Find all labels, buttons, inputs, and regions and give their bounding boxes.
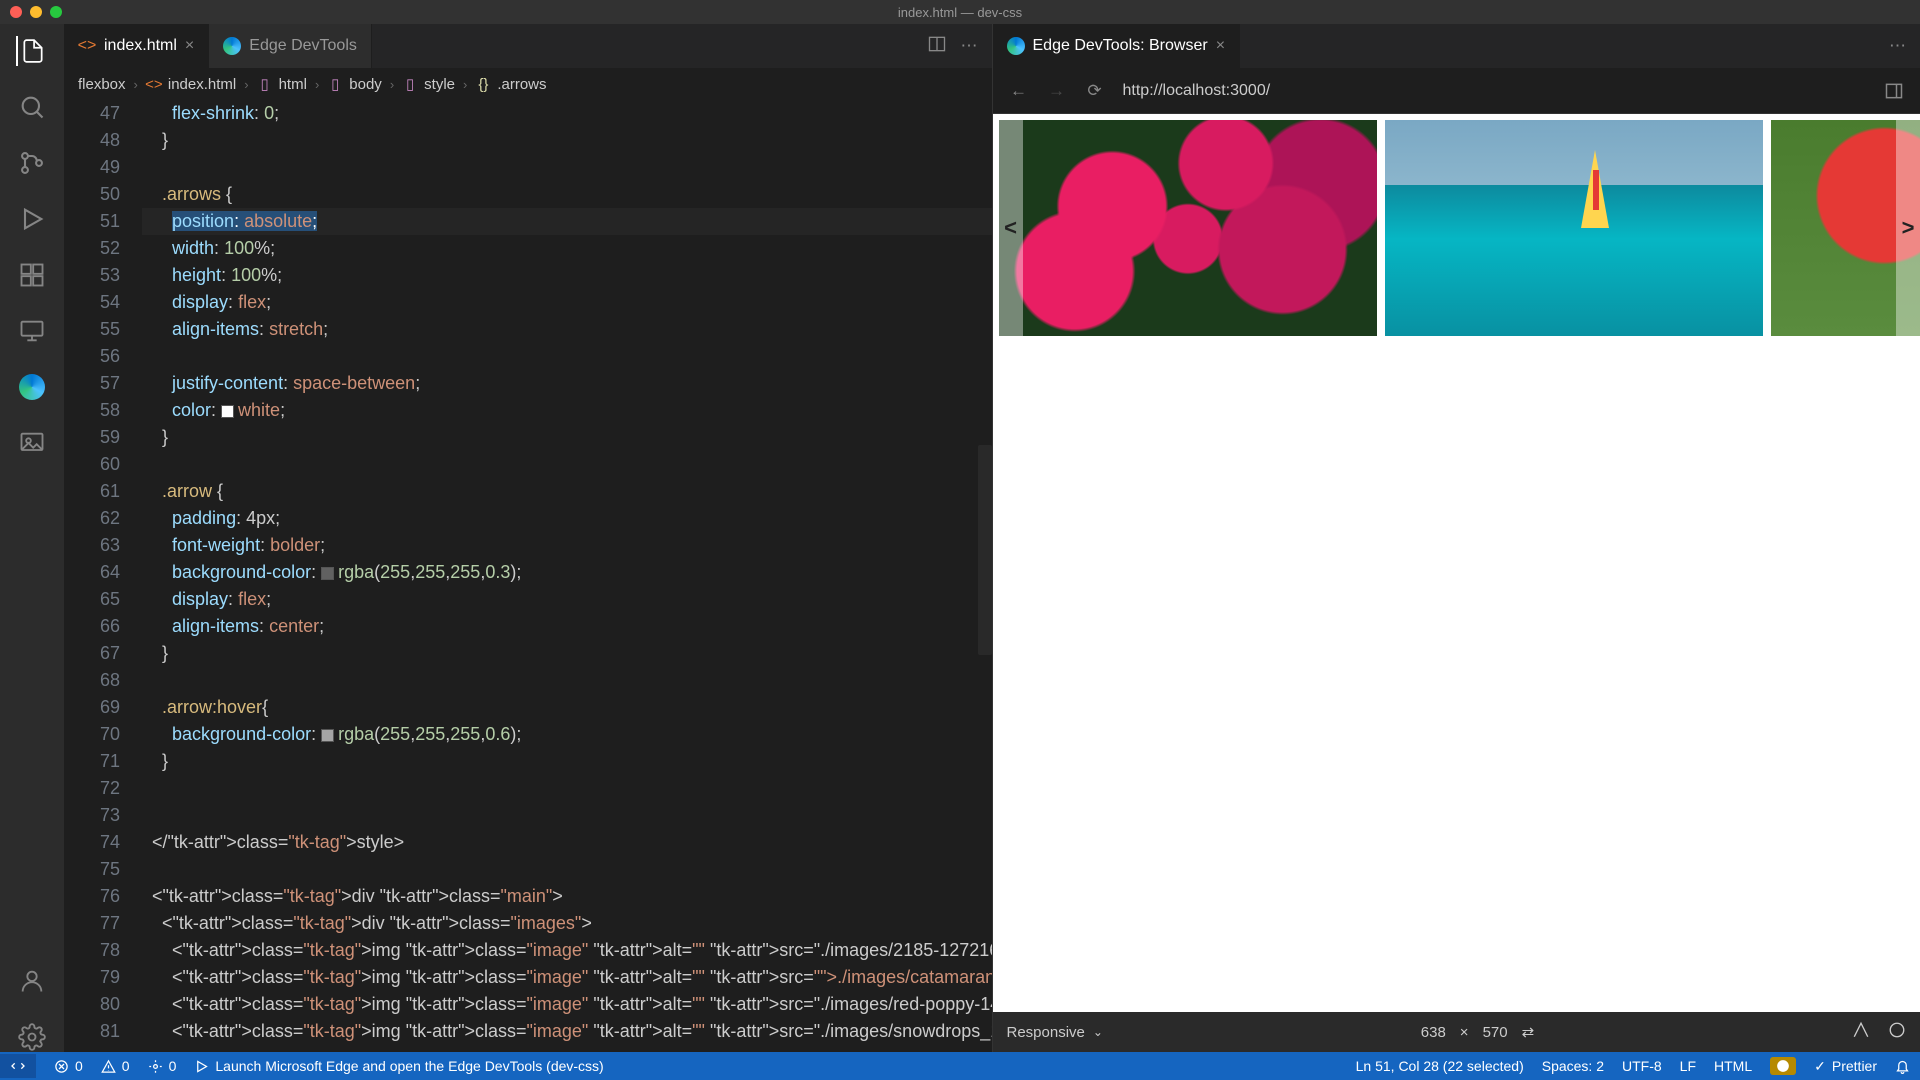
crumb-style: ▯style: [402, 76, 455, 93]
code-file-icon: <>: [78, 37, 96, 55]
chevron-down-icon[interactable]: ⌄: [1093, 1025, 1103, 1039]
extensions-icon[interactable]: [17, 260, 47, 290]
close-icon[interactable]: [10, 6, 22, 18]
gear-icon[interactable]: [17, 1022, 47, 1052]
code-editor[interactable]: 4748495051525354555657585960616263646566…: [64, 100, 992, 1052]
chevron-right-icon: ›: [315, 77, 319, 92]
maximize-icon[interactable]: [50, 6, 62, 18]
ports-count[interactable]: 0: [148, 1058, 177, 1074]
tag-icon: ▯: [257, 76, 273, 92]
tab-label: Edge DevTools: Browser: [1033, 37, 1208, 55]
chevron-right-icon: ›: [244, 77, 248, 92]
tag-icon: ▯: [402, 76, 418, 92]
dimension-separator-icon: ×: [1460, 1024, 1469, 1041]
preview-tabs: Edge DevTools: Browser × ⋯: [993, 24, 1920, 68]
crumb-html: ▯html: [257, 76, 307, 93]
warnings-count[interactable]: 0: [101, 1058, 130, 1074]
indent-setting[interactable]: Spaces: 2: [1542, 1058, 1604, 1074]
tab-index-html[interactable]: <> index.html ×: [64, 24, 209, 68]
address-bar[interactable]: http://localhost:3000/: [1123, 82, 1867, 100]
throttling-icon[interactable]: [1852, 1021, 1870, 1043]
window-title: index.html — dev-css: [898, 5, 1022, 20]
tab-label: index.html: [104, 37, 177, 55]
slide-catamaran: [1385, 120, 1763, 336]
activity-bar: [0, 24, 64, 1052]
chevron-right-icon: ›: [463, 77, 467, 92]
webhint-icon[interactable]: [1770, 1057, 1796, 1075]
explorer-icon[interactable]: [16, 36, 46, 66]
next-arrow-button[interactable]: >: [1896, 120, 1920, 336]
editor-tab-actions: ⋯: [927, 24, 992, 68]
language-mode[interactable]: HTML: [1714, 1058, 1752, 1074]
statusbar: 0 0 0 Launch Microsoft Edge and open the…: [0, 1052, 1920, 1080]
encoding[interactable]: UTF-8: [1622, 1058, 1662, 1074]
account-icon[interactable]: [17, 966, 47, 996]
debug-config[interactable]: Launch Microsoft Edge and open the Edge …: [194, 1058, 603, 1074]
image-carousel: [999, 120, 1920, 336]
edge-icon: [1007, 37, 1025, 55]
chevron-right-icon: ›: [134, 77, 138, 92]
crumb-body: ▯body: [327, 76, 382, 93]
options-icon[interactable]: [1888, 1021, 1906, 1043]
browser-viewport[interactable]: < >: [993, 114, 1920, 1012]
prettier-status[interactable]: ✓ Prettier: [1814, 1058, 1877, 1075]
bell-icon[interactable]: [1895, 1059, 1910, 1074]
close-icon[interactable]: ×: [185, 37, 194, 55]
minimap-scrollbar[interactable]: [978, 445, 992, 655]
run-debug-icon[interactable]: [17, 204, 47, 234]
close-icon[interactable]: ×: [1216, 37, 1225, 55]
crumb-folder: flexbox: [78, 76, 126, 93]
forward-icon[interactable]: →: [1047, 81, 1067, 101]
source-control-icon[interactable]: [17, 148, 47, 178]
slide-flowers: [999, 120, 1377, 336]
back-icon[interactable]: ←: [1009, 81, 1029, 101]
titlebar: index.html — dev-css: [0, 0, 1920, 24]
preview-pane: Edge DevTools: Browser × ⋯ ← → ⟳ http://…: [993, 24, 1920, 1052]
errors-count[interactable]: 0: [54, 1058, 83, 1074]
device-mode-select[interactable]: Responsive: [1007, 1024, 1085, 1041]
code-file-icon: <>: [146, 76, 162, 92]
crumb-selector: {}.arrows: [475, 76, 546, 93]
device-width-input[interactable]: 638: [1421, 1024, 1446, 1041]
crumb-file: <>index.html: [146, 76, 236, 93]
traffic-lights: [10, 6, 62, 18]
brace-icon: {}: [475, 76, 491, 92]
devtools-dock-icon[interactable]: [1884, 81, 1904, 101]
breadcrumbs[interactable]: flexbox › <>index.html › ▯html › ▯body ›…: [64, 68, 992, 100]
rotate-icon[interactable]: ⇄: [1522, 1023, 1535, 1041]
tag-icon: ▯: [327, 76, 343, 92]
chevron-right-icon: ›: [390, 77, 394, 92]
device-toolbar: Responsive ⌄ 638 × 570 ⇄: [993, 1012, 1920, 1052]
editor-pane: <> index.html × Edge DevTools ⋯ flexbox …: [64, 24, 993, 1052]
reload-icon[interactable]: ⟳: [1085, 81, 1105, 101]
minimize-icon[interactable]: [30, 6, 42, 18]
images-panel-icon[interactable]: [17, 428, 47, 458]
search-icon[interactable]: [17, 92, 47, 122]
browser-nav: ← → ⟳ http://localhost:3000/: [993, 68, 1920, 114]
split-editor-icon[interactable]: [927, 34, 947, 59]
eol[interactable]: LF: [1680, 1058, 1696, 1074]
tab-edge-browser[interactable]: Edge DevTools: Browser ×: [993, 24, 1241, 68]
device-height-input[interactable]: 570: [1483, 1024, 1508, 1041]
more-icon[interactable]: ⋯: [961, 36, 978, 56]
editor-tabs: <> index.html × Edge DevTools ⋯: [64, 24, 992, 68]
more-icon[interactable]: ⋯: [1889, 36, 1906, 56]
remote-indicator[interactable]: [0, 1054, 36, 1078]
edge-icon: [223, 37, 241, 55]
tab-edge-devtools[interactable]: Edge DevTools: [209, 24, 372, 68]
cursor-position[interactable]: Ln 51, Col 28 (22 selected): [1356, 1058, 1524, 1074]
edge-tools-icon[interactable]: [17, 372, 47, 402]
tab-label: Edge DevTools: [249, 37, 357, 55]
prev-arrow-button[interactable]: <: [999, 120, 1023, 336]
remote-explorer-icon[interactable]: [17, 316, 47, 346]
